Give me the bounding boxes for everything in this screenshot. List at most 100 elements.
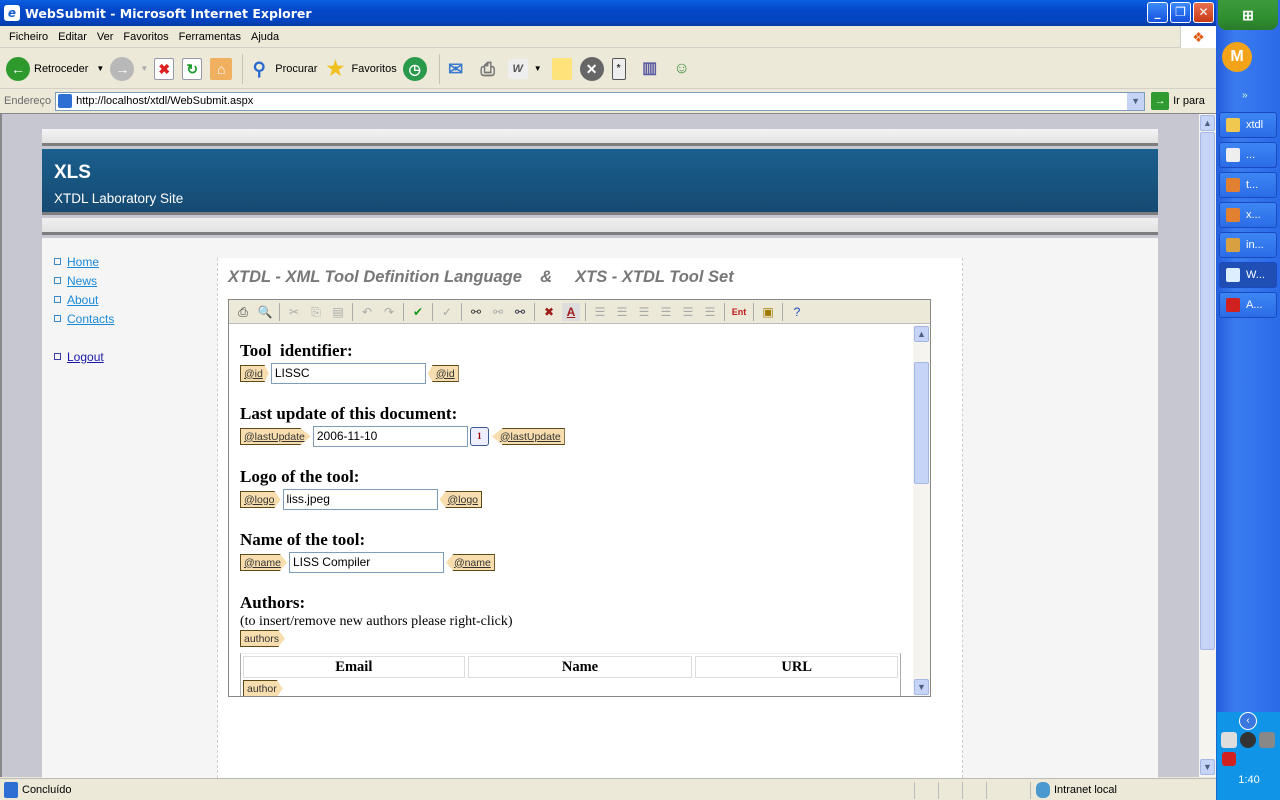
scroll-thumb[interactable]	[1200, 132, 1215, 650]
scroll-up-icon[interactable]: ▲	[914, 326, 929, 342]
menu-ferramentas[interactable]: Ferramentas	[174, 31, 246, 43]
logo-input[interactable]: liss.jpeg	[282, 489, 438, 510]
markup-tags-icon[interactable]: A	[562, 302, 580, 321]
print-icon[interactable]: ⎙	[476, 57, 500, 81]
note-icon[interactable]	[551, 57, 572, 80]
last-update-label: Last update of this document:	[240, 404, 458, 423]
forward-button[interactable]: → ▼	[110, 56, 148, 81]
nav-home-link[interactable]: Home	[67, 255, 99, 269]
media-icon[interactable]	[1221, 732, 1237, 748]
append-row-icon[interactable]: ☰	[591, 303, 609, 321]
quicklaunch-icon[interactable]: M	[1222, 42, 1252, 72]
entities-icon[interactable]: Ent	[730, 303, 748, 321]
cut-icon[interactable]: ✂	[285, 303, 303, 321]
start-button[interactable]: ⊞	[1218, 0, 1278, 30]
nav-logout[interactable]: Logout	[54, 347, 114, 366]
mail-icon[interactable]: ✉	[444, 57, 468, 81]
print-preview-icon[interactable]: 🔍	[256, 303, 274, 321]
task-t[interactable]: t...	[1219, 172, 1277, 198]
scroll-down-icon[interactable]: ▼	[1200, 759, 1215, 775]
edit-dropdown-icon[interactable]: ▼	[534, 64, 542, 73]
calendar-icon[interactable]: 1	[469, 427, 489, 446]
maximize-button[interactable]: ❐	[1170, 2, 1191, 23]
find-icon[interactable]: ⚯	[467, 303, 485, 321]
author-row-tag[interactable]: author	[243, 680, 283, 696]
task-paint[interactable]: ...	[1219, 142, 1277, 168]
research-icon[interactable]: ▥	[638, 57, 662, 81]
task-websubmit[interactable]: W...	[1219, 262, 1277, 288]
task-acrobat[interactable]: A...	[1219, 292, 1277, 318]
find-next-icon[interactable]: ⚯	[489, 303, 507, 321]
minimize-button[interactable]: _	[1147, 2, 1168, 23]
replace-icon[interactable]: ⚯	[511, 303, 529, 321]
x-circle-icon[interactable]: ✕	[579, 56, 604, 81]
quicklaunch-more-icon[interactable]: »	[1242, 90, 1248, 101]
menu-ficheiro[interactable]: Ficheiro	[4, 31, 53, 43]
markup-off-icon[interactable]: ✖	[540, 303, 558, 321]
mobile-icon[interactable]: *	[611, 57, 626, 80]
scroll-down-icon[interactable]: ▼	[914, 679, 929, 695]
network-icon[interactable]	[1240, 732, 1256, 748]
back-dropdown-icon[interactable]: ▼	[96, 64, 104, 73]
nav-about[interactable]: About	[54, 290, 114, 309]
copy-icon[interactable]: ⎘	[307, 303, 325, 321]
nav-contacts-link[interactable]: Contacts	[67, 312, 114, 326]
page-scrollbar[interactable]: ▲ ▼	[1199, 114, 1216, 777]
tray-expand-icon[interactable]: ‹	[1239, 712, 1257, 730]
computer-icon[interactable]	[1259, 732, 1275, 748]
nav-news[interactable]: News	[54, 271, 114, 290]
logout-link[interactable]: Logout	[67, 350, 104, 364]
menu-ajuda[interactable]: Ajuda	[246, 31, 284, 43]
close-button[interactable]: ✕	[1193, 2, 1214, 23]
menu-favoritos[interactable]: Favoritos	[118, 31, 173, 43]
taskbar: ⊞ M » xtdl ... t... x... in... W... A...…	[1216, 0, 1280, 800]
nav-home[interactable]: Home	[54, 252, 114, 271]
stop-icon[interactable]: ✖	[154, 57, 175, 80]
task-xtdl[interactable]: xtdl	[1219, 112, 1277, 138]
spellcheck-icon[interactable]: ✓	[438, 303, 456, 321]
nav-contacts[interactable]: Contacts	[54, 309, 114, 328]
refresh-icon[interactable]: ↻	[182, 57, 203, 80]
search-button[interactable]: ⚲ Procurar	[247, 57, 318, 81]
messenger-icon[interactable]: ☺	[670, 57, 694, 81]
nav-news-link[interactable]: News	[67, 274, 97, 288]
insert-row-icon[interactable]: ☰	[613, 303, 631, 321]
redo-icon[interactable]: ↷	[380, 303, 398, 321]
nav-about-link[interactable]: About	[67, 293, 98, 307]
history-icon[interactable]: ◷	[402, 56, 427, 81]
undo-icon[interactable]: ↶	[358, 303, 376, 321]
scroll-thumb[interactable]	[914, 362, 929, 484]
paste-icon[interactable]: ▤	[329, 303, 347, 321]
security-zone[interactable]: Intranet local	[1036, 781, 1117, 798]
print-icon[interactable]: ⎙	[234, 303, 252, 321]
menu-editar[interactable]: Editar	[53, 31, 92, 43]
address-input[interactable]: http://localhost/xtdl/WebSubmit.aspx ▼	[55, 91, 1146, 111]
last-update-input[interactable]: 2006-11-10	[312, 426, 468, 447]
favorites-button[interactable]: ★ Favoritos	[323, 57, 396, 81]
editor-scrollbar[interactable]: ▲ ▼	[913, 325, 930, 696]
move-row-up-icon[interactable]: ☰	[657, 303, 675, 321]
move-row-down-icon[interactable]: ☰	[679, 303, 697, 321]
scroll-up-icon[interactable]: ▲	[1200, 115, 1215, 131]
validate-icon[interactable]: ✔	[409, 303, 427, 321]
clipboard-icon[interactable]: ▣	[759, 303, 777, 321]
go-button[interactable]: → Ir para	[1151, 92, 1205, 110]
page-heading: XTDL - XML Tool Definition Language & XT…	[228, 268, 734, 286]
field-tool-id: Tool identifier: @id LISSC @id	[240, 341, 459, 384]
home-icon[interactable]: ⌂	[210, 57, 233, 80]
paint-icon	[1226, 238, 1240, 252]
menu-ver[interactable]: Ver	[92, 31, 119, 43]
duplicate-row-icon[interactable]: ☰	[635, 303, 653, 321]
task-in[interactable]: in...	[1219, 232, 1277, 258]
help-icon[interactable]: ?	[788, 303, 806, 321]
word-icon[interactable]: W	[507, 58, 528, 79]
tool-id-input[interactable]: LISSC	[270, 363, 426, 384]
name-input[interactable]: LISS Compiler	[288, 552, 444, 573]
address-label: Endereço	[4, 95, 52, 107]
back-button[interactable]: ← Retroceder ▼	[6, 56, 104, 81]
delete-row-icon[interactable]: ☰	[701, 303, 719, 321]
toolbar-divider	[461, 302, 462, 321]
address-dropdown-icon[interactable]: ▼	[1127, 92, 1145, 110]
security-alert-icon[interactable]	[1222, 752, 1236, 766]
task-x[interactable]: x...	[1219, 202, 1277, 228]
